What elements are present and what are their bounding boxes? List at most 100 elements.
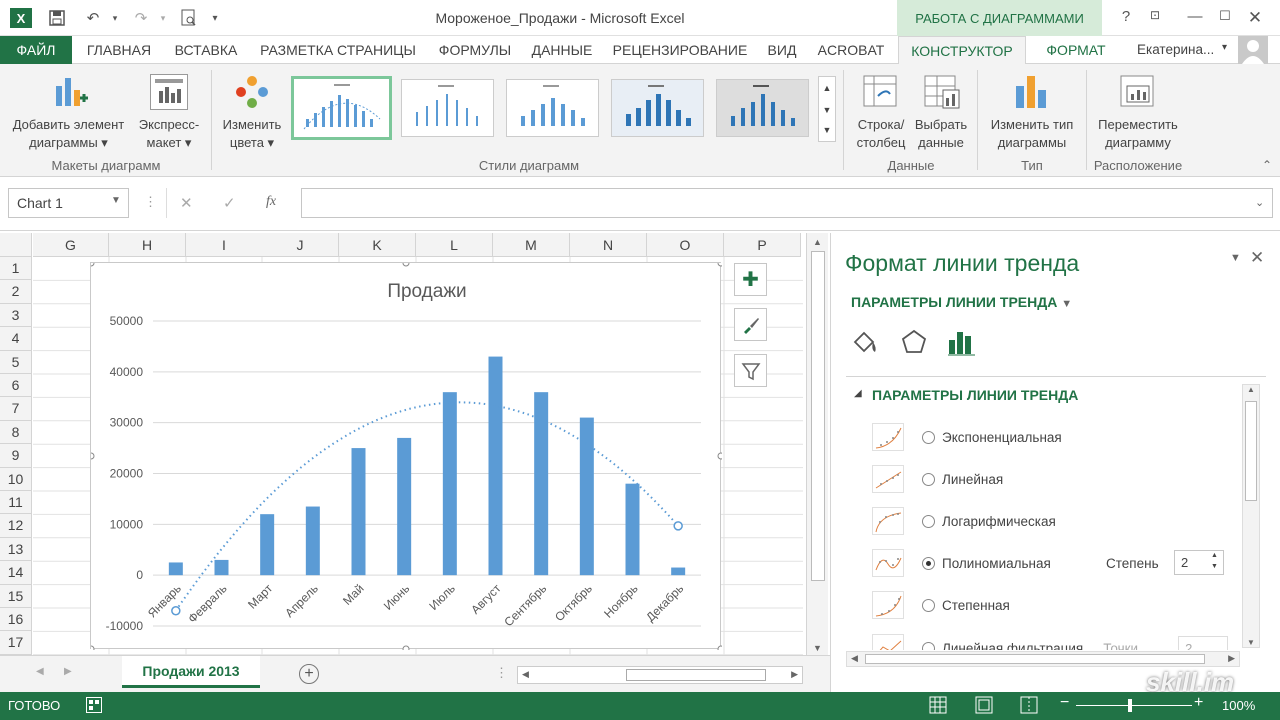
tab-design[interactable]: КОНСТРУКТОР xyxy=(898,36,1026,65)
page-layout-view-icon[interactable] xyxy=(975,696,993,717)
styles-gallery-scroll[interactable]: ▲ ▼ ▼ xyxy=(818,76,836,142)
column-header[interactable]: K xyxy=(339,233,416,257)
gallery-more-icon[interactable]: ▼ xyxy=(819,121,835,141)
points-spinner[interactable]: 2 xyxy=(1178,635,1229,650)
row-header[interactable]: 8 xyxy=(0,420,32,445)
degree-spinner[interactable]: 2 ▲ ▼ xyxy=(1174,550,1224,575)
trendline-options-icon[interactable] xyxy=(948,328,976,359)
tab-file[interactable]: ФАЙЛ xyxy=(0,36,72,64)
chart-style-3[interactable] xyxy=(506,79,599,137)
chart-styles-brush-icon[interactable] xyxy=(734,308,767,341)
row-header[interactable]: 15 xyxy=(0,584,32,608)
customize-qat-icon[interactable]: ▾ xyxy=(204,8,226,28)
enter-icon[interactable]: ✓ xyxy=(223,194,236,212)
zoom-slider[interactable] xyxy=(1076,705,1192,706)
radio-power[interactable] xyxy=(922,598,935,612)
row-header[interactable]: 13 xyxy=(0,537,32,562)
pane-scroll-down-icon[interactable]: ▼ xyxy=(1247,638,1255,647)
quick-layout-button[interactable]: Экспресс- макет ▾ xyxy=(132,116,206,152)
select-data-button[interactable]: Выбрать данные xyxy=(910,116,972,152)
column-header[interactable]: G xyxy=(33,233,109,257)
save-icon[interactable] xyxy=(46,8,68,28)
radio-linear[interactable] xyxy=(922,472,935,486)
trendline-options-dropdown[interactable]: ПАРАМЕТРЫ ЛИНИИ ТРЕНДА ▼ xyxy=(851,294,1072,310)
column-header[interactable]: M xyxy=(493,233,570,257)
tab-review[interactable]: РЕЦЕНЗИРОВАНИЕ xyxy=(605,36,755,64)
row-header[interactable]: 12 xyxy=(0,514,32,538)
hscroll-thumb[interactable] xyxy=(626,669,766,681)
select-all-corner[interactable] xyxy=(0,233,32,257)
tab-home[interactable]: ГЛАВНАЯ xyxy=(76,36,162,64)
row-header[interactable]: 2 xyxy=(0,280,32,304)
avatar[interactable] xyxy=(1238,36,1268,64)
sheet-next-icon[interactable]: ▶ xyxy=(64,666,72,677)
zoom-slider-thumb[interactable] xyxy=(1128,699,1132,712)
spin-down-icon[interactable]: ▼ xyxy=(1211,563,1218,570)
add-sheet-icon[interactable]: + xyxy=(299,664,319,684)
effects-icon[interactable] xyxy=(900,328,928,359)
chart-style-2[interactable] xyxy=(401,79,494,137)
pane-hscroll-thumb[interactable] xyxy=(865,654,1205,664)
tab-acrobat[interactable]: ACROBAT xyxy=(810,36,892,64)
redo-icon[interactable]: ↷ xyxy=(130,8,152,28)
hscroll-right-icon[interactable]: ▶ xyxy=(791,669,798,680)
gallery-down-icon[interactable]: ▼ xyxy=(819,99,835,121)
option-logarithmic[interactable]: Логарифмическая xyxy=(872,506,1056,536)
tab-format[interactable]: ФОРМАТ xyxy=(1030,36,1122,64)
scroll-thumb[interactable] xyxy=(811,251,825,581)
pane-scroll-left-icon[interactable]: ◀ xyxy=(851,653,858,664)
cancel-icon[interactable]: ✕ xyxy=(180,194,193,212)
macro-record-icon[interactable] xyxy=(86,697,102,713)
column-header[interactable]: P xyxy=(724,233,801,257)
tab-page-layout[interactable]: РАЗМЕТКА СТРАНИЦЫ xyxy=(250,36,426,64)
horizontal-scrollbar[interactable]: ◀ ▶ xyxy=(517,666,803,684)
add-chart-element-button[interactable]: Добавить элемент диаграммы ▾ xyxy=(6,116,131,152)
section-collapse-icon[interactable]: ◢ xyxy=(854,388,862,399)
pane-scroll-right-icon[interactable]: ▶ xyxy=(1228,653,1235,664)
pane-scrollbar[interactable]: ▲ ▼ xyxy=(1242,384,1260,648)
column-header[interactable]: H xyxy=(109,233,186,257)
insert-function-icon[interactable]: fx xyxy=(266,194,276,210)
vertical-scrollbar[interactable]: ▲ ▼ xyxy=(806,233,828,655)
undo-dropdown-icon[interactable]: ▾ xyxy=(104,8,126,28)
sheet-tab-active[interactable]: Продажи 2013 xyxy=(122,656,260,688)
sheet-prev-icon[interactable]: ◀ xyxy=(36,666,44,677)
row-header[interactable]: 3 xyxy=(0,303,32,328)
user-dropdown-icon[interactable]: ▾ xyxy=(1222,42,1227,53)
tab-view[interactable]: ВИД xyxy=(758,36,806,64)
column-header[interactable]: O xyxy=(647,233,724,257)
undo-icon[interactable]: ↶ xyxy=(82,8,104,28)
fill-line-icon[interactable] xyxy=(851,328,881,359)
close-pane-icon[interactable]: ✕ xyxy=(1250,248,1264,268)
tab-insert[interactable]: ВСТАВКА xyxy=(165,36,247,64)
name-box[interactable]: Chart 1 ▼ xyxy=(8,188,129,218)
row-header[interactable]: 14 xyxy=(0,561,32,585)
pane-hscrollbar[interactable]: ◀ ▶ xyxy=(846,651,1240,667)
zoom-out-icon[interactable]: − xyxy=(1060,694,1069,712)
column-header[interactable]: J xyxy=(262,233,339,257)
row-header[interactable]: 10 xyxy=(0,467,32,491)
row-header[interactable]: 16 xyxy=(0,608,32,632)
chart-area[interactable]: Продажи 50000 40000 30000 20000 10000 0 -10000 Я… xyxy=(87,259,725,653)
option-exponential[interactable]: Экспоненциальная xyxy=(872,422,1062,452)
formula-input[interactable] xyxy=(301,188,1273,218)
restore-icon[interactable]: ☐ xyxy=(1214,8,1236,28)
column-header[interactable]: L xyxy=(416,233,493,257)
chart-filters-icon[interactable] xyxy=(734,354,767,387)
minimize-icon[interactable]: — xyxy=(1184,8,1206,28)
user-name[interactable]: Екатерина... xyxy=(1137,42,1214,57)
move-chart-button[interactable]: Переместить диаграмму xyxy=(1088,116,1188,152)
chart-style-1[interactable] xyxy=(291,76,392,140)
radio-polynomial[interactable] xyxy=(922,556,935,570)
radio-exponential[interactable] xyxy=(922,430,935,444)
row-header[interactable]: 6 xyxy=(0,374,32,398)
tab-data[interactable]: ДАННЫЕ xyxy=(524,36,600,64)
row-header[interactable]: 1 xyxy=(0,257,32,281)
pane-scroll-up-icon[interactable]: ▲ xyxy=(1243,385,1259,394)
spin-up-icon[interactable]: ▲ xyxy=(1211,552,1218,559)
expand-formula-icon[interactable]: ⌄ xyxy=(1255,196,1264,209)
scroll-down-icon[interactable]: ▼ xyxy=(813,643,822,653)
chart-elements-plus-icon[interactable]: ✚ xyxy=(734,263,767,296)
row-header[interactable]: 9 xyxy=(0,444,32,468)
ribbon-display-icon[interactable]: ⊡ xyxy=(1144,8,1166,28)
